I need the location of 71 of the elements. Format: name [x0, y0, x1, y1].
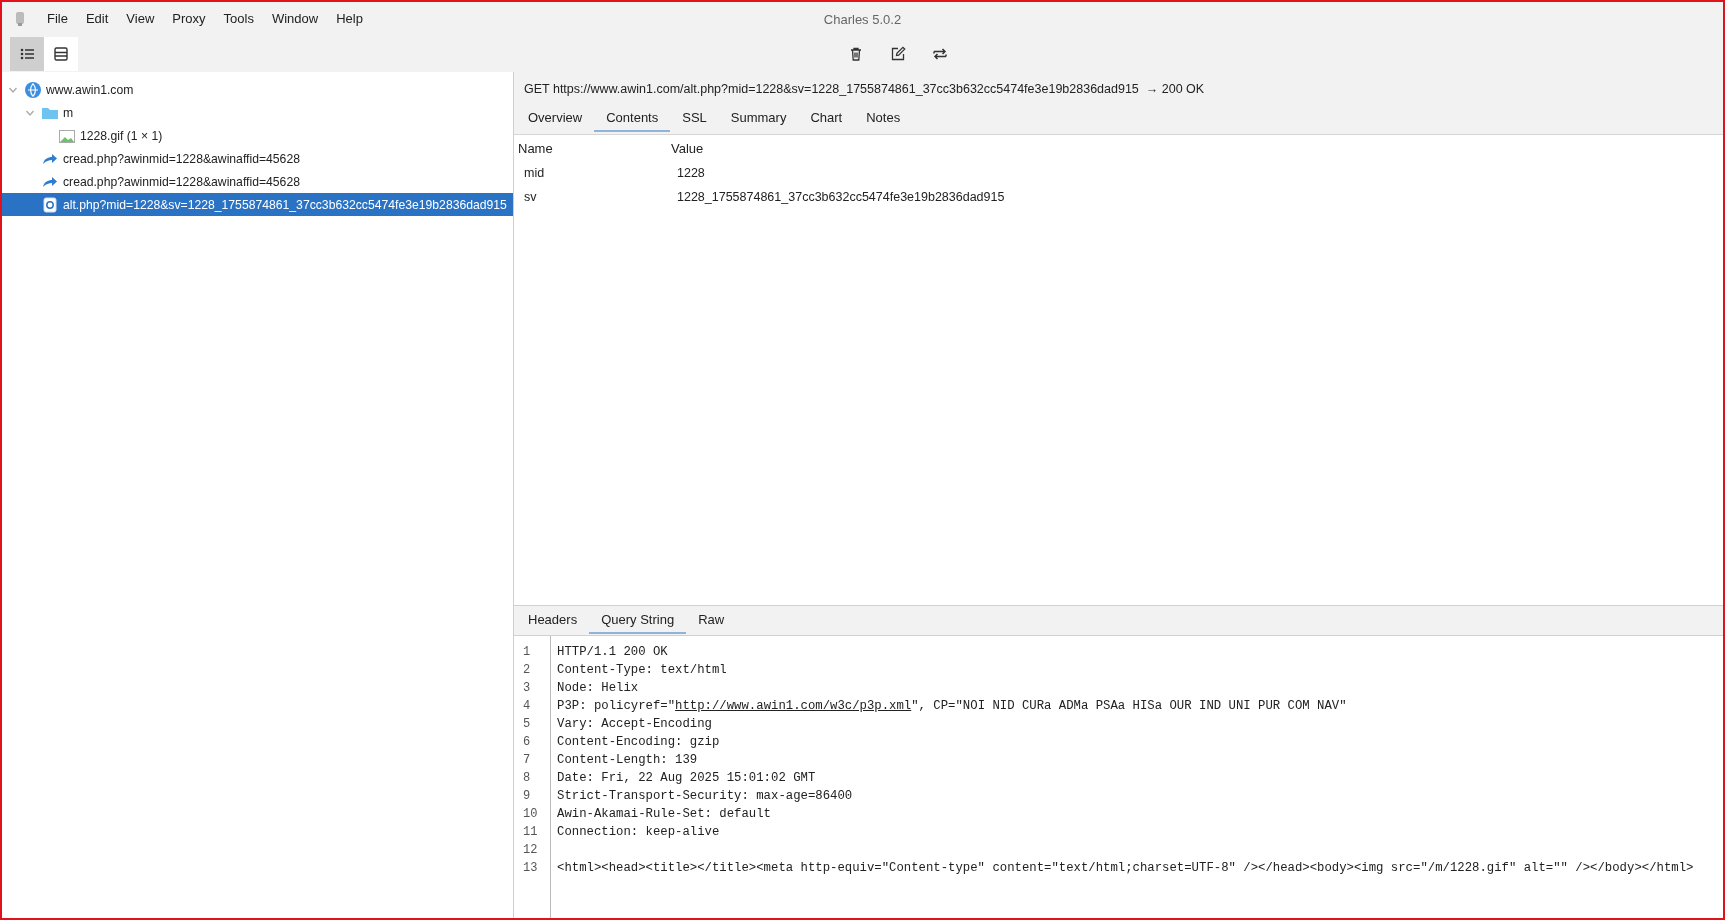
line-number: 5 — [522, 716, 532, 733]
column-header: Value — [671, 140, 704, 156]
window-title: Charles 5.0.2 — [823, 11, 902, 27]
code-line: Content-Type: text/html — [557, 662, 728, 679]
table-cell: 1228_1755874861_37cc3b632cc5474fe3e19b2836dad915 — [677, 190, 1005, 204]
menu-item[interactable]: View — [117, 9, 164, 29]
pencil-icon — [889, 46, 906, 62]
tab[interactable]: Raw — [686, 606, 737, 634]
line-number: 2 — [522, 662, 532, 679]
menu-item[interactable]: Window — [262, 9, 328, 29]
tab[interactable]: Notes — [854, 104, 913, 132]
tree-item[interactable]: www.awin1.com — [2, 78, 513, 101]
list-icon — [19, 46, 35, 62]
view-toggle-button[interactable] — [10, 37, 44, 71]
tree-item-label: 1228.gif (1 × 1) — [80, 128, 163, 143]
tree-item-label: cread.php?awinmid=1228&awinaffid=45628 — [63, 151, 300, 166]
tree-item[interactable]: alt.php?mid=1228&sv=1228_1755874861_37cc3b632cc5474fe3e19b2836dad915 — [2, 193, 513, 216]
repeat-icon — [931, 46, 948, 62]
document-icon — [41, 195, 59, 214]
rows-icon — [53, 46, 69, 62]
table-cell: mid — [524, 166, 545, 180]
tree-item-label: alt.php?mid=1228&sv=1228_1755874861_37cc3b632cc5474fe3e19b2836dad915 — [63, 197, 507, 212]
line-number: 3 — [522, 680, 532, 697]
code-line: Content-Length: 139 — [557, 752, 699, 769]
code-text: P3P: policyref=" — [557, 699, 676, 713]
code-line: Vary: Accept-Encoding — [557, 716, 713, 733]
tab[interactable]: Chart — [798, 104, 855, 132]
code-line: Connection: keep-alive — [557, 824, 721, 841]
table-cell: sv — [524, 190, 537, 204]
column-header: Name — [518, 140, 553, 156]
tree-item-label: cread.php?awinmid=1228&awinaffid=45628 — [63, 174, 300, 189]
tree-item[interactable]: m — [2, 101, 513, 124]
menu-item[interactable]: Edit — [76, 9, 118, 29]
line-number: 8 — [522, 770, 532, 787]
line-number: 10 — [522, 806, 539, 823]
code-line: HTTP/1.1 200 OK — [557, 644, 669, 661]
line-number: 1 — [522, 644, 532, 661]
code-line: <html><head><title></title><meta http-equiv="Content-type" content="text/html;charset=UTF-8" /></head><body><img src="/m/1228.gif" alt="" /></body></html> — [557, 860, 1694, 877]
code-line: Awin-Akamai-Rule-Set: default — [557, 806, 772, 823]
line-number: 12 — [522, 842, 539, 859]
menu-item[interactable]: Proxy — [163, 9, 215, 29]
menu-item[interactable]: Help — [327, 9, 372, 29]
tab[interactable]: SSL — [670, 104, 719, 132]
code-text: ", CP="NOI NID CURa ADMa PSAa HISa OUR IND UNI PUR COM NAV" — [911, 699, 1347, 713]
tree-item-label: www.awin1.com — [46, 82, 134, 97]
tab[interactable]: Overview — [516, 104, 595, 132]
table-cell: 1228 — [677, 166, 705, 180]
code-line: Content-Encoding: gzip — [557, 734, 721, 751]
line-number: 9 — [522, 788, 532, 805]
tab[interactable]: Headers — [516, 606, 590, 634]
tree-item[interactable]: 1228.gif (1 × 1) — [2, 124, 513, 147]
code-line: Node: Helix — [557, 680, 640, 697]
line-number: 11 — [522, 824, 539, 841]
code-line: Strict-Transport-Security: max-age=86400 — [557, 788, 854, 805]
request-line: GET https://www.awin1.com/alt.php?mid=1228&sv=1228_1755874861_37cc3b632cc5474fe3e19b2836dad915 → 200 OK — [524, 82, 1205, 96]
menu-item[interactable]: Tools — [214, 9, 263, 29]
tree-item-label: m — [63, 105, 74, 120]
line-number: 7 — [522, 752, 532, 769]
tree-item[interactable]: cread.php?awinmid=1228&awinaffid=45628 — [2, 147, 513, 170]
tab[interactable]: Contents — [594, 104, 671, 132]
line-number: 4 — [522, 698, 532, 715]
code-line: Date: Fri, 22 Aug 2025 15:01:02 GMT — [557, 770, 817, 787]
link[interactable]: http://www.awin1.com/w3c/p3p.xml — [675, 699, 912, 713]
app-icon — [14, 11, 26, 27]
tree-item[interactable]: cread.php?awinmid=1228&awinaffid=45628 — [2, 170, 513, 193]
tab[interactable]: Summary — [718, 104, 799, 132]
menu-item[interactable]: File — [38, 9, 77, 29]
view-toggle-button[interactable] — [44, 37, 78, 71]
line-number: 13 — [522, 860, 539, 877]
line-number: 6 — [522, 734, 532, 751]
globe-icon — [24, 80, 42, 99]
